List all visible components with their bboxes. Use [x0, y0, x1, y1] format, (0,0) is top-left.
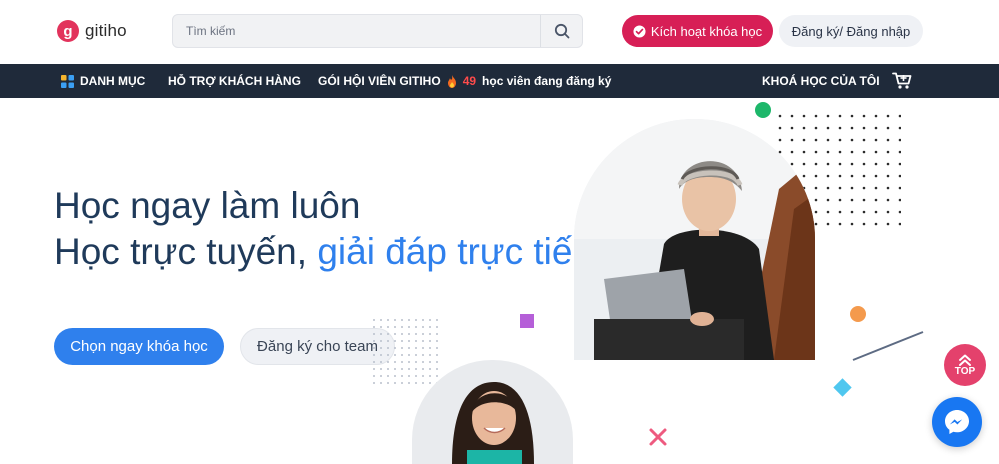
slash-line — [852, 331, 924, 361]
registering-count: 49 — [462, 74, 477, 88]
hero-line-2-prefix: Học trực tuyến, — [54, 231, 318, 272]
choose-course-button[interactable]: Chọn ngay khóa học — [54, 328, 224, 365]
hero-line-2-accent: giải đáp trực tiếp — [317, 231, 594, 272]
fire-icon — [447, 74, 456, 88]
check-circle-icon — [633, 24, 646, 38]
messenger-icon — [945, 410, 969, 434]
registering-text: học viên đang đăng ký — [482, 74, 612, 88]
hero-photo-main — [574, 119, 815, 360]
pink-cross — [649, 428, 667, 446]
dot-pattern-left — [372, 318, 442, 388]
back-to-top-button[interactable]: TOP — [944, 344, 986, 386]
messenger-chat-button[interactable] — [932, 397, 982, 447]
search-input[interactable] — [173, 15, 540, 47]
nav-my-courses[interactable]: KHOÁ HỌC CỦA TÔI — [762, 64, 880, 98]
cart-icon — [892, 72, 912, 89]
hero-line-1: Học ngay làm luôn — [54, 185, 361, 226]
nav-my-courses-label: KHOÁ HỌC CỦA TÔI — [762, 74, 880, 88]
activate-course-label: Kích hoạt khóa học — [650, 23, 763, 39]
login-register-button[interactable]: Đăng ký/ Đăng nhập — [779, 15, 923, 47]
cart-button[interactable] — [892, 64, 912, 98]
grid-icon — [61, 74, 74, 88]
logo[interactable]: g gitiho — [57, 19, 127, 43]
orange-dot — [850, 306, 866, 322]
nav-category-label: DANH MỤC — [80, 74, 146, 88]
hero-title: Học ngay làm luôn Học trực tuyến, giải đ… — [54, 183, 593, 275]
green-dot — [755, 102, 771, 118]
double-chevron-up-icon — [959, 354, 971, 366]
nav-membership[interactable]: GÓI HỘI VIÊN GITIHO 49 học viên đang đăn… — [318, 64, 611, 98]
logo-mark: g — [57, 20, 79, 42]
back-to-top-label: TOP — [954, 365, 976, 377]
hero-line-2: Học trực tuyến, giải đáp trực tiếp — [54, 229, 593, 275]
purple-square — [520, 314, 534, 328]
search-button[interactable] — [540, 15, 582, 47]
person-laptop-illustration — [574, 119, 815, 360]
activate-course-button[interactable]: Kích hoạt khóa học — [622, 15, 773, 47]
nav-membership-label: GÓI HỘI VIÊN GITIHO — [318, 74, 441, 88]
nav-support-label: HỖ TRỢ KHÁCH HÀNG — [168, 74, 301, 88]
nav-support[interactable]: HỖ TRỢ KHÁCH HÀNG — [168, 64, 301, 98]
header: g gitiho Kích hoạt khóa học Đăng ký/ Đăn… — [0, 0, 999, 64]
search-icon — [554, 23, 569, 39]
main-nav: DANH MỤC HỖ TRỢ KHÁCH HÀNG GÓI HỘI VIÊN … — [0, 64, 999, 98]
logo-text: gitiho — [85, 21, 127, 40]
blue-diamond — [833, 378, 852, 397]
nav-category[interactable]: DANH MỤC — [61, 64, 145, 98]
search-bar — [172, 14, 583, 48]
